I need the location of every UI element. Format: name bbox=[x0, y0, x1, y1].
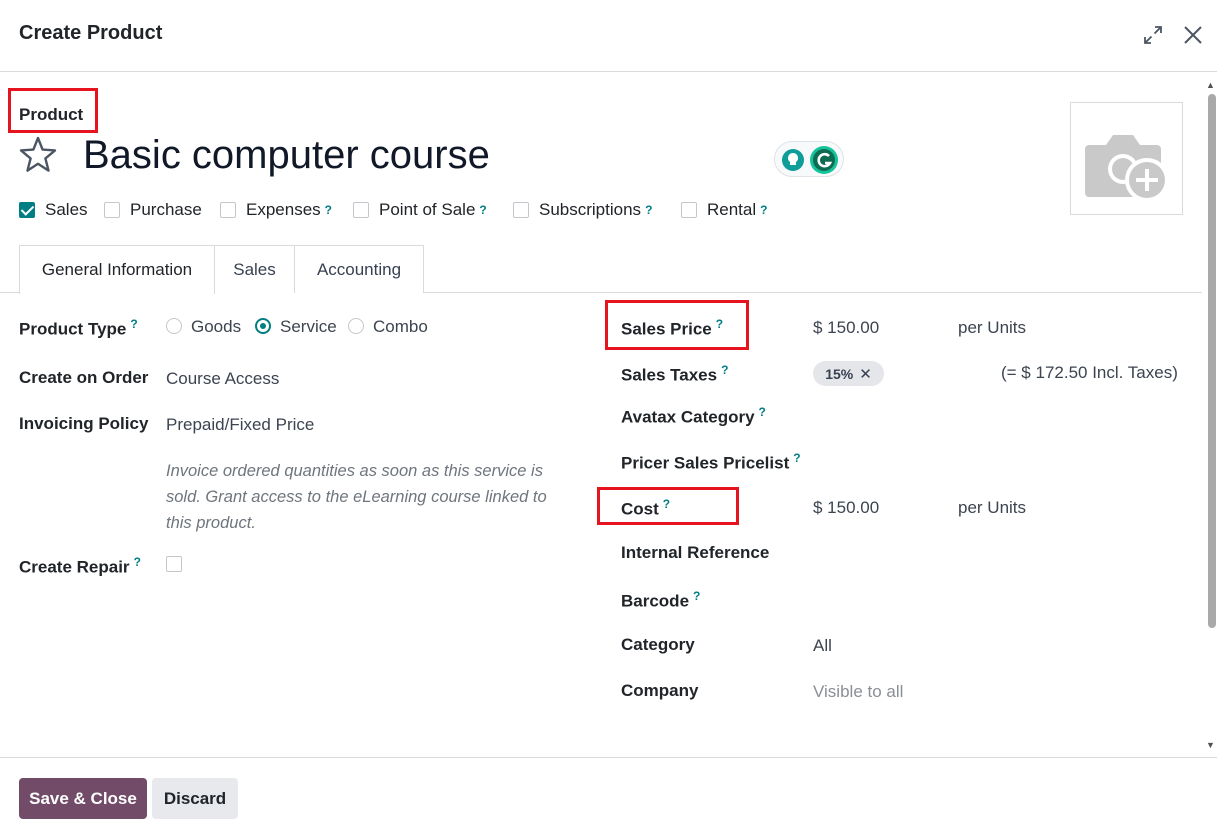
checkbox-icon[interactable] bbox=[353, 202, 369, 218]
create-on-order-label: Create on Order bbox=[19, 368, 149, 387]
sales-taxes-field-label: Sales Taxes? bbox=[621, 363, 729, 385]
cost-field-label: Cost? bbox=[621, 497, 671, 519]
radio-combo[interactable]: Combo bbox=[348, 317, 428, 337]
internal-reference-label: Internal Reference bbox=[621, 543, 770, 562]
help-icon[interactable]: ? bbox=[134, 555, 141, 569]
invoicing-policy-field[interactable]: Prepaid/Fixed Price bbox=[166, 415, 314, 435]
sales-price-field[interactable]: $ 150.00 bbox=[813, 318, 879, 338]
product-type-label: Product bbox=[19, 105, 84, 124]
help-icon[interactable]: ? bbox=[760, 203, 767, 217]
expand-icon[interactable] bbox=[1142, 24, 1164, 46]
sales-price-field-label: Sales Price? bbox=[621, 317, 724, 339]
help-icon[interactable]: ? bbox=[693, 589, 700, 603]
company-field[interactable]: Visible to all bbox=[813, 682, 903, 702]
tax-badge[interactable]: 15% ✕ bbox=[813, 361, 884, 386]
scrollbar-thumb[interactable] bbox=[1208, 94, 1216, 628]
sales-checkbox[interactable]: Sales bbox=[19, 200, 88, 220]
radio-icon[interactable] bbox=[166, 318, 182, 334]
header-divider bbox=[0, 71, 1217, 72]
radio-icon[interactable] bbox=[255, 318, 271, 334]
checkbox-icon[interactable] bbox=[104, 202, 120, 218]
discard-button[interactable]: Discard bbox=[152, 778, 238, 819]
create-repair-field-label: Create Repair? bbox=[19, 555, 141, 577]
sales-checkbox-label: Sales bbox=[45, 200, 88, 219]
purchase-checkbox-label: Purchase bbox=[130, 200, 202, 219]
product-name-field[interactable]: Basic computer course bbox=[83, 133, 490, 178]
close-icon[interactable] bbox=[1181, 23, 1205, 47]
cost-unit: per Units bbox=[958, 498, 1027, 517]
help-icon[interactable]: ? bbox=[130, 317, 137, 331]
point-of-sale-checkbox[interactable]: Point of Sale ? bbox=[353, 200, 487, 220]
subscriptions-checkbox[interactable]: Subscriptions ? bbox=[513, 200, 652, 220]
radio-icon[interactable] bbox=[348, 318, 364, 334]
invoicing-policy-label: Invoicing Policy bbox=[19, 414, 149, 433]
help-icon[interactable]: ? bbox=[721, 363, 728, 377]
help-icon[interactable]: ? bbox=[479, 203, 486, 217]
camera-plus-icon bbox=[1085, 135, 1169, 202]
radio-goods[interactable]: Goods bbox=[166, 317, 241, 337]
category-field[interactable]: All bbox=[813, 636, 832, 656]
expenses-checkbox[interactable]: Expenses ? bbox=[220, 200, 332, 220]
rental-checkbox-label: Rental bbox=[707, 200, 757, 219]
tax-badge-label: 15% bbox=[825, 365, 854, 382]
help-icon[interactable]: ? bbox=[716, 317, 723, 331]
barcode-field-label: Barcode? bbox=[621, 589, 701, 611]
expenses-checkbox-label: Expenses bbox=[246, 200, 321, 219]
checkbox-icon[interactable] bbox=[681, 202, 697, 218]
point-of-sale-checkbox-label: Point of Sale bbox=[379, 200, 476, 219]
checkbox-icon[interactable] bbox=[513, 202, 529, 218]
avatax-category-field-label: Avatax Category? bbox=[621, 405, 766, 427]
dialog-title: Create Product bbox=[19, 22, 163, 44]
help-icon[interactable]: ? bbox=[793, 451, 800, 465]
scroll-up-icon[interactable]: ▲ bbox=[1206, 80, 1215, 90]
footer-divider bbox=[0, 757, 1217, 758]
favorite-star-icon[interactable] bbox=[18, 135, 58, 175]
tab-accounting[interactable]: Accounting bbox=[294, 245, 424, 293]
tax-included-amount: (= $ 172.50 Incl. Taxes) bbox=[1001, 363, 1178, 382]
checkbox-icon[interactable] bbox=[220, 202, 236, 218]
checkbox-icon[interactable] bbox=[19, 202, 35, 218]
browser-extension-icons[interactable] bbox=[774, 141, 844, 177]
help-icon[interactable]: ? bbox=[759, 405, 766, 419]
create-on-order-field[interactable]: Course Access bbox=[166, 369, 279, 389]
cost-field[interactable]: $ 150.00 bbox=[813, 498, 879, 518]
category-label: Category bbox=[621, 635, 695, 654]
radio-service[interactable]: Service bbox=[255, 317, 337, 337]
company-label: Company bbox=[621, 681, 699, 700]
product-type-field-label: Product Type? bbox=[19, 317, 138, 339]
remove-tax-icon[interactable]: ✕ bbox=[859, 365, 872, 383]
grammarly-icon bbox=[782, 146, 838, 174]
tab-sales[interactable]: Sales bbox=[214, 245, 295, 293]
help-icon[interactable]: ? bbox=[325, 203, 332, 217]
sales-price-unit: per Units bbox=[958, 318, 1027, 337]
save-close-button[interactable]: Save & Close bbox=[19, 778, 147, 819]
rental-checkbox[interactable]: Rental ? bbox=[681, 200, 767, 220]
product-image-upload[interactable] bbox=[1070, 102, 1183, 215]
create-repair-checkbox[interactable] bbox=[166, 556, 182, 572]
pricer-pricelist-field-label: Pricer Sales Pricelist? bbox=[621, 451, 801, 473]
help-icon[interactable]: ? bbox=[645, 203, 652, 217]
invoicing-policy-note: Invoice ordered quantities as soon as th… bbox=[166, 462, 547, 532]
subscriptions-checkbox-label: Subscriptions bbox=[539, 200, 642, 219]
scroll-down-icon[interactable]: ▼ bbox=[1206, 740, 1215, 750]
help-icon[interactable]: ? bbox=[663, 497, 670, 511]
tab-general-information[interactable]: General Information bbox=[19, 245, 215, 294]
purchase-checkbox[interactable]: Purchase bbox=[104, 200, 202, 220]
